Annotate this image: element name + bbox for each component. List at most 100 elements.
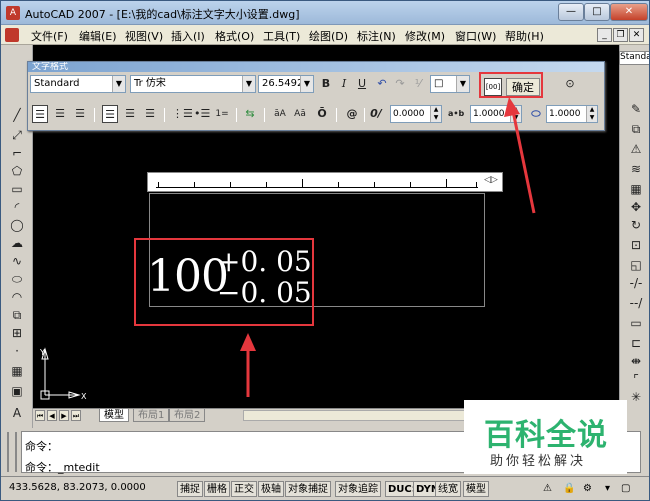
ok-button[interactable]: 确定 — [506, 78, 540, 96]
make-block-icon[interactable]: ⊞ — [9, 325, 25, 341]
bullets-icon[interactable]: •☰ — [194, 105, 210, 123]
rotate-icon[interactable]: ↻ — [628, 217, 644, 233]
text-formatting-toolbar[interactable]: 文字格式 Standard ▼ Tr 仿宋 ▼ 26.5492 ▼ B I U … — [27, 61, 605, 131]
polar-toggle[interactable]: 极轴 — [258, 481, 284, 497]
close-button[interactable]: ✕ — [610, 3, 648, 21]
ellipse-icon[interactable]: ⬭ — [9, 271, 25, 287]
spinner-icon[interactable]: ▲ ▼ — [430, 106, 441, 122]
options-icon[interactable]: ⊙ — [562, 75, 578, 93]
symbol-button[interactable]: @ — [344, 105, 360, 123]
text-height-select[interactable]: 26.5492 ▼ — [258, 75, 314, 93]
doc-restore-button[interactable]: ❐ — [613, 28, 628, 42]
align-right-icon[interactable]: ☰ — [72, 105, 88, 123]
annotation-icon[interactable]: ⚠ — [541, 481, 554, 497]
mirror-icon[interactable]: ⚠ — [628, 141, 644, 157]
vertical-middle-icon[interactable]: ☰ — [122, 105, 138, 123]
circle-icon[interactable]: ◯ — [9, 217, 25, 233]
vertical-top-icon[interactable]: ☰ — [102, 105, 118, 123]
lowercase-button[interactable]: Aā — [292, 105, 308, 123]
uppercase-letters-button[interactable]: 1= — [214, 105, 230, 123]
tab-model[interactable]: 模型 — [99, 409, 129, 422]
array-icon[interactable]: ▦ — [628, 181, 644, 197]
tray-settings-icon[interactable]: ⚙ — [581, 481, 594, 497]
dimstyle-combo[interactable]: Standa — [619, 51, 649, 65]
break-icon[interactable]: ▭ — [628, 315, 644, 331]
stretch-icon[interactable]: ◱ — [628, 257, 644, 273]
snap-toggle[interactable]: 捕捉 — [177, 481, 203, 497]
polyline-icon[interactable]: ⌐ — [9, 145, 25, 161]
join-icon[interactable]: ⊏ — [628, 335, 644, 351]
ruler-toggle-button[interactable]: [00] — [484, 78, 502, 96]
lock-icon[interactable]: 🔒 — [561, 481, 577, 497]
prev-tab-icon[interactable]: ◀ — [47, 410, 57, 421]
oblique-angle-input[interactable]: 0.0000 ▲ ▼ — [390, 105, 442, 123]
undo-icon[interactable]: ↶ — [374, 75, 390, 93]
underline-button[interactable]: U — [354, 75, 370, 93]
maximize-button[interactable]: □ — [584, 3, 610, 21]
redo-icon[interactable]: ↷ — [392, 75, 408, 93]
revcloud-icon[interactable]: ☁ — [9, 235, 25, 251]
spline-icon[interactable]: ∿ — [9, 253, 25, 269]
doc-minimize-button[interactable]: _ — [597, 28, 612, 42]
bold-button[interactable]: B — [318, 75, 334, 93]
stack-icon[interactable]: ⅟ — [410, 75, 426, 93]
erase-icon[interactable]: ✎ — [628, 101, 644, 117]
numbering-icon[interactable]: ⋮☰ — [172, 105, 193, 123]
menu-file[interactable]: 文件(F) — [31, 28, 68, 44]
hatch-icon[interactable]: ▦ — [9, 363, 25, 379]
color-select[interactable]: □ ▼ — [430, 75, 470, 93]
line-icon[interactable]: ╱ — [9, 107, 25, 123]
scale-icon[interactable]: ⊡ — [628, 237, 644, 253]
lineweight-toggle[interactable]: 线宽 — [435, 481, 461, 497]
menu-insert[interactable]: 插入(I) — [171, 28, 205, 44]
command-window-grip[interactable] — [7, 432, 17, 472]
point-icon[interactable]: · — [9, 343, 25, 359]
align-center-icon[interactable]: ☰ — [52, 105, 68, 123]
menu-tools[interactable]: 工具(T) — [263, 28, 300, 44]
region-icon[interactable]: ▣ — [9, 383, 25, 399]
minimize-button[interactable]: — — [558, 3, 584, 21]
insert-block-icon[interactable]: ⧉ — [9, 307, 25, 323]
model-toggle[interactable]: 模型 — [463, 481, 489, 497]
mtext-ruler[interactable]: ◁▷ — [147, 172, 503, 192]
offset-icon[interactable]: ≋ — [628, 161, 644, 177]
text-formatting-title[interactable]: 文字格式 — [28, 62, 604, 72]
construction-line-icon[interactable]: ⤢ — [9, 127, 25, 143]
command-line-2[interactable]: 命令：_mtedit — [25, 459, 100, 475]
menu-edit[interactable]: 编辑(E) — [79, 28, 117, 44]
overline-button[interactable]: Ō — [314, 105, 330, 123]
tab-layout1[interactable]: 布局1 — [133, 409, 170, 422]
menu-modify[interactable]: 修改(M) — [405, 28, 445, 44]
polygon-icon[interactable]: ⬠ — [9, 163, 25, 179]
last-tab-icon[interactable]: ⏭ — [71, 410, 81, 421]
italic-button[interactable]: I — [336, 75, 352, 93]
menu-help[interactable]: 帮助(H) — [505, 28, 544, 44]
rectangle-icon[interactable]: ▭ — [9, 181, 25, 197]
ruler-width-handle-icon[interactable]: ◁▷ — [484, 175, 498, 185]
tracking-input[interactable]: 1.0000 ▲ ▼ — [470, 105, 522, 123]
spinner-icon[interactable]: ▲ ▼ — [586, 106, 597, 122]
ortho-toggle[interactable]: 正交 — [231, 481, 257, 497]
otrack-toggle[interactable]: 对象追踪 — [335, 481, 381, 497]
ellipse-arc-icon[interactable]: ◠ — [9, 289, 25, 305]
chevron-down-icon[interactable]: ▾ — [603, 481, 612, 497]
menu-dimension[interactable]: 标注(N) — [357, 28, 396, 44]
move-icon[interactable]: ✥ — [628, 199, 644, 215]
insert-field-icon[interactable]: ⇆ — [242, 105, 258, 123]
explode-icon[interactable]: ✳ — [628, 389, 644, 405]
menu-draw[interactable]: 绘图(D) — [309, 28, 348, 44]
mtext-icon[interactable]: A — [9, 405, 25, 421]
uppercase-button[interactable]: āA — [272, 105, 288, 123]
menu-view[interactable]: 视图(V) — [125, 28, 163, 44]
doc-close-button[interactable]: ✕ — [629, 28, 644, 42]
menu-format[interactable]: 格式(O) — [215, 28, 254, 44]
arc-icon[interactable]: ◜ — [9, 199, 25, 215]
font-select[interactable]: Tr 仿宋 ▼ — [130, 75, 256, 93]
next-tab-icon[interactable]: ▶ — [59, 410, 69, 421]
grid-toggle[interactable]: 栅格 — [204, 481, 230, 497]
fillet-icon[interactable]: ⌜ — [628, 371, 644, 387]
chamfer-icon[interactable]: ⇼ — [628, 353, 644, 369]
spinner-icon[interactable]: ▲ ▼ — [510, 106, 521, 122]
clean-screen-icon[interactable]: ▢ — [619, 481, 632, 497]
tab-layout2[interactable]: 布局2 — [169, 409, 206, 422]
